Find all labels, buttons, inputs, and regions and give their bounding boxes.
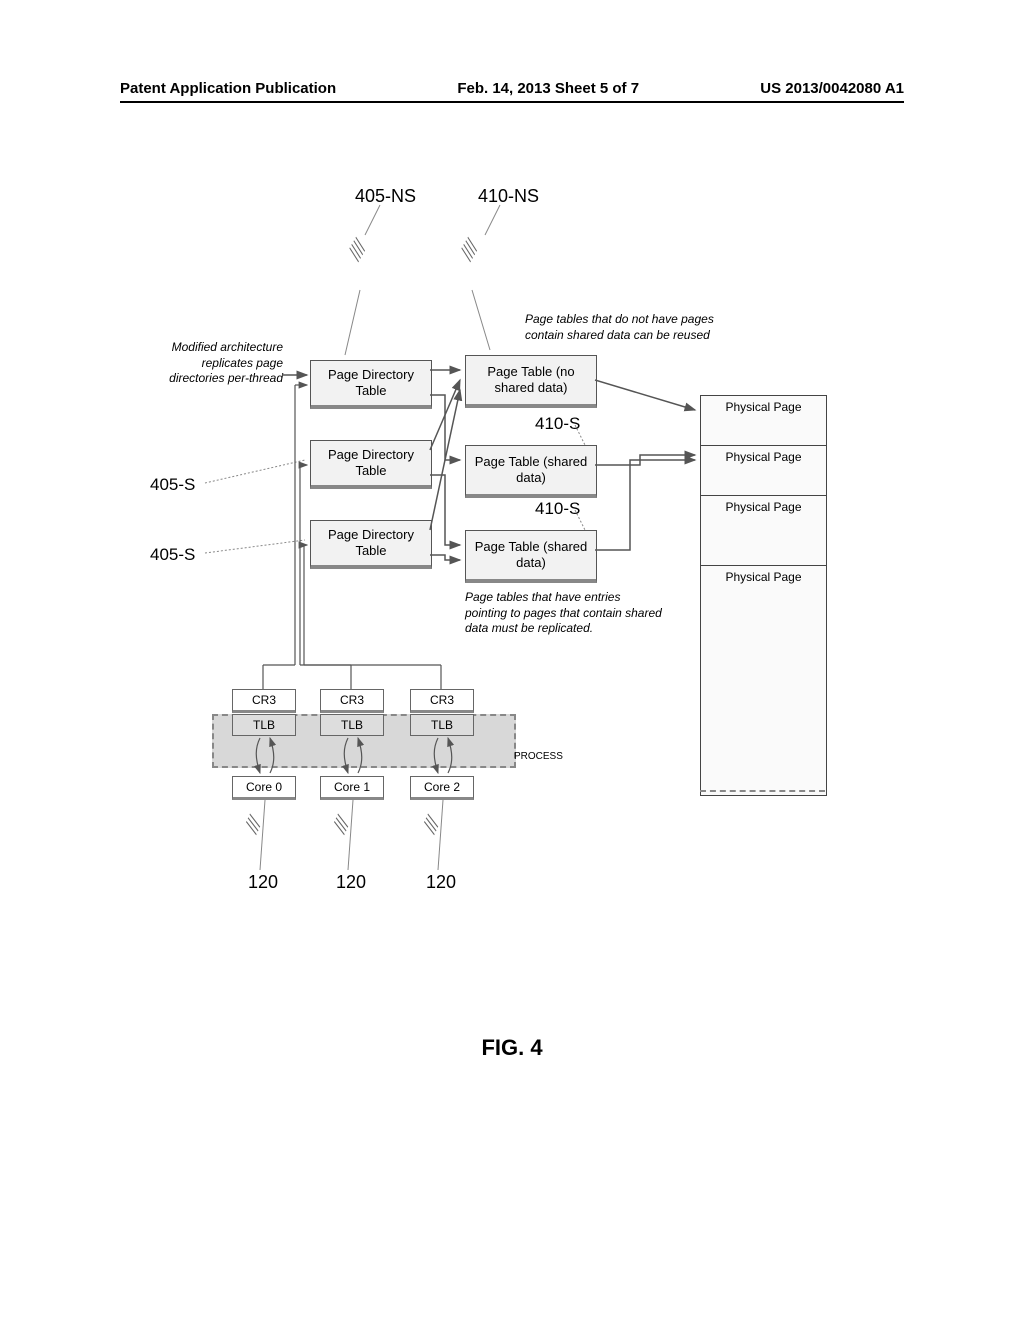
ref-120-c: 120 [426, 872, 456, 893]
tlb-2: TLB [410, 714, 474, 736]
ref-410-s-top: 410-S [535, 414, 580, 434]
box-physical-page-3: Physical Page [700, 495, 827, 566]
process-label: PROCESS [514, 751, 563, 762]
box-pdt-3: Page Directory Table [310, 520, 432, 569]
box-physical-page-1: Physical Page [700, 395, 827, 446]
leader-line-icon: /// [245, 818, 260, 834]
divider [700, 790, 825, 794]
leader-line-icon: //// [459, 241, 477, 261]
leader-line-icon: /// [423, 818, 438, 834]
box-pt-shared-2: Page Table (shared data) [465, 530, 597, 583]
tlb-0: TLB [232, 714, 296, 736]
cr3-2: CR3 [410, 689, 474, 713]
header-center: Feb. 14, 2013 Sheet 5 of 7 [457, 80, 639, 97]
ref-410-ns: 410-NS [478, 186, 539, 207]
header-left: Patent Application Publication [120, 80, 336, 97]
leader-line-icon: /// [333, 818, 348, 834]
header-right: US 2013/0042080 A1 [760, 80, 904, 97]
leader-line-icon: //// [347, 241, 365, 261]
box-pdt-1: Page Directory Table [310, 360, 432, 409]
core-2: Core 2 [410, 776, 474, 800]
annotation-modified: Modified architecture replicates page di… [158, 340, 283, 387]
box-pdt-2: Page Directory Table [310, 440, 432, 489]
cr3-0: CR3 [232, 689, 296, 713]
box-pt-noshared: Page Table (no shared data) [465, 355, 597, 408]
box-physical-page-4: Physical Page [700, 565, 827, 796]
ref-405-s-bot: 405-S [150, 545, 195, 565]
cr3-1: CR3 [320, 689, 384, 713]
figure-4: 405-NS 410-NS //// //// Page tables that… [120, 200, 904, 1100]
annotation-replicated: Page tables that have entries pointing t… [465, 590, 665, 637]
figure-caption: FIG. 4 [0, 1035, 1024, 1061]
core-1: Core 1 [320, 776, 384, 800]
ref-405-s-top: 405-S [150, 475, 195, 495]
ref-120-b: 120 [336, 872, 366, 893]
box-physical-page-2: Physical Page [700, 445, 827, 496]
ref-410-s-bot: 410-S [535, 499, 580, 519]
annotation-reused: Page tables that do not have pages conta… [525, 312, 735, 343]
tlb-1: TLB [320, 714, 384, 736]
ref-120-a: 120 [248, 872, 278, 893]
core-0: Core 0 [232, 776, 296, 800]
page-header: Patent Application Publication Feb. 14, … [120, 80, 904, 103]
ref-405-ns: 405-NS [355, 186, 416, 207]
box-pt-shared-1: Page Table (shared data) [465, 445, 597, 498]
